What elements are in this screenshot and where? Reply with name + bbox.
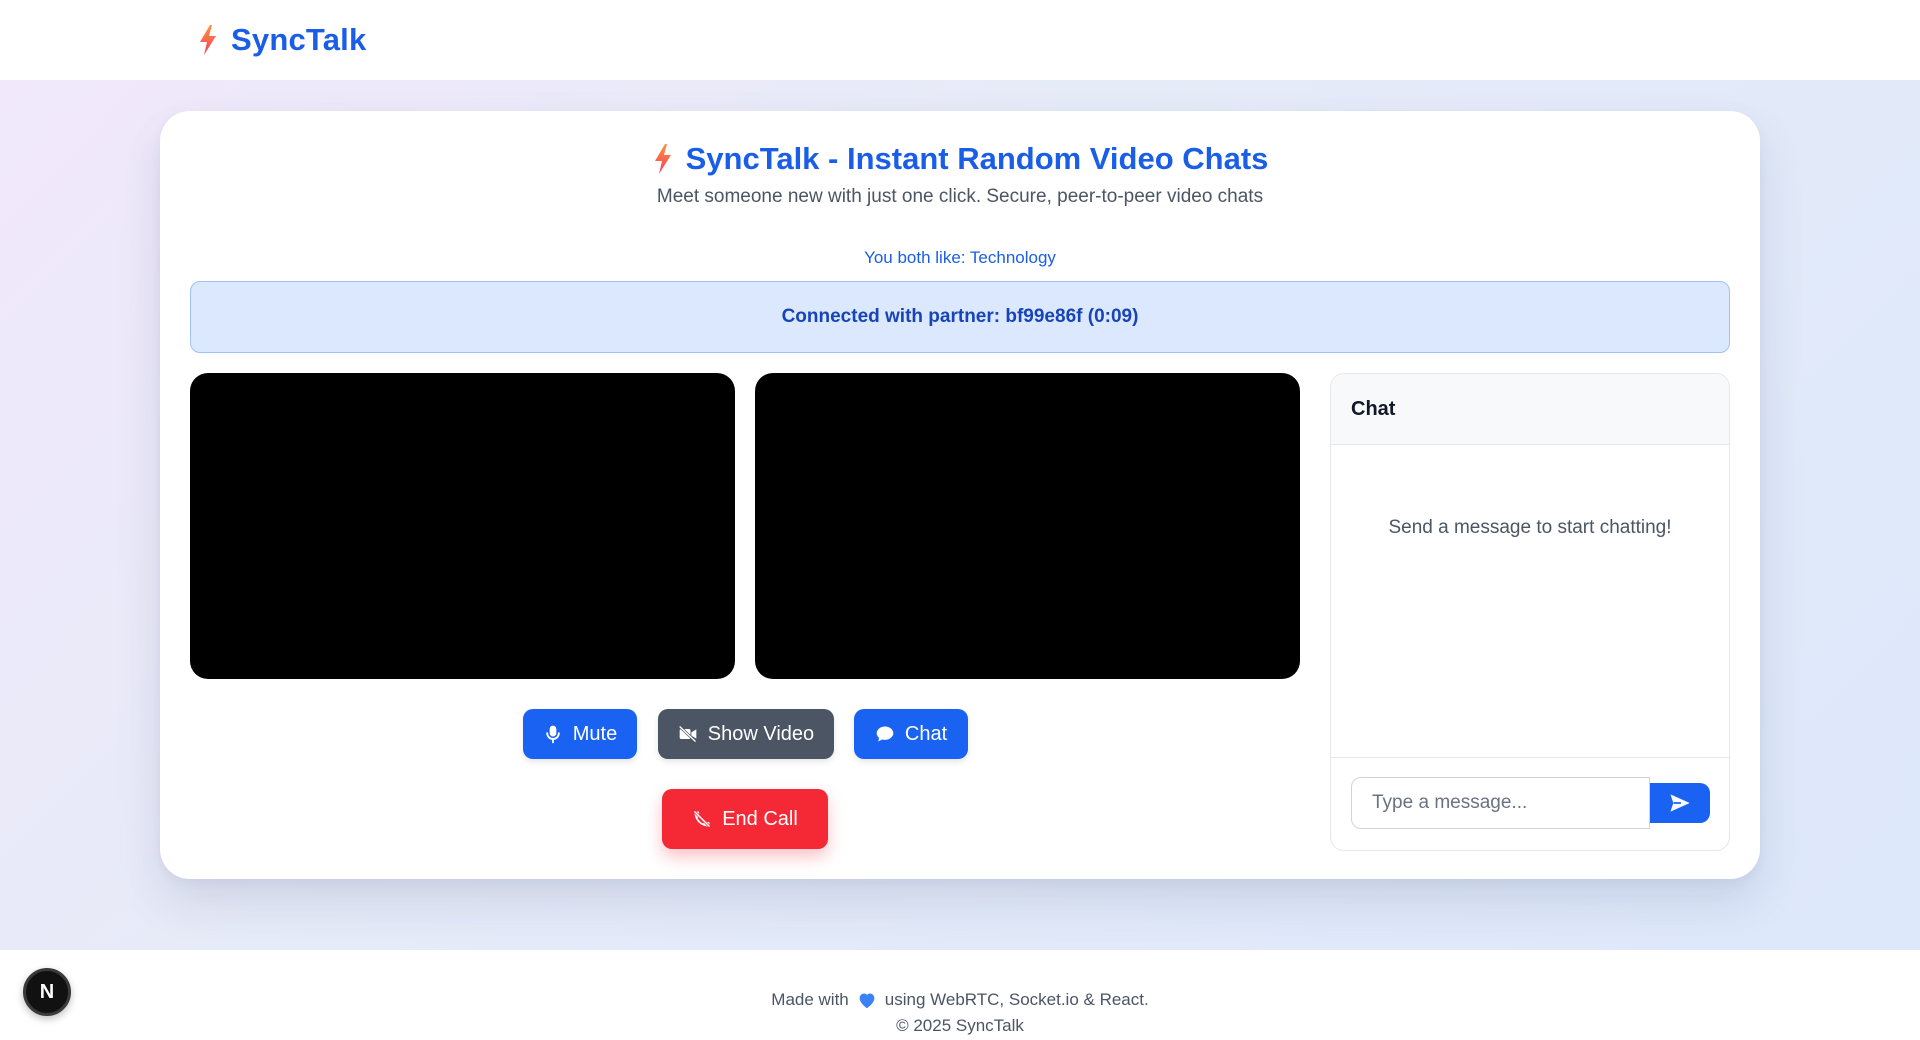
chat-title: Chat bbox=[1351, 397, 1396, 420]
chat-empty-message: Send a message to start chatting! bbox=[1388, 517, 1672, 538]
top-navbar: SyncTalk bbox=[0, 0, 1920, 80]
mute-button[interactable]: Mute bbox=[523, 709, 637, 759]
page-subtitle: Meet someone new with just one click. Se… bbox=[656, 186, 1264, 207]
send-button[interactable] bbox=[1650, 783, 1710, 823]
page-heading: SyncTalk - Instant Random Video Chats bbox=[160, 141, 1760, 177]
shared-interests: You both like: Technology bbox=[864, 248, 1056, 267]
chat-panel: Chat Send a message to start chatting! bbox=[1330, 373, 1730, 851]
page-title: SyncTalk - Instant Random Video Chats bbox=[685, 141, 1269, 176]
dev-badge-label: N bbox=[39, 980, 55, 1003]
chat-bubble-icon bbox=[876, 726, 894, 742]
send-icon bbox=[1670, 794, 1690, 812]
message-input[interactable] bbox=[1351, 777, 1650, 829]
chat-toggle-button[interactable]: Chat bbox=[854, 709, 968, 759]
footer-made-with: Made with bbox=[771, 990, 849, 1009]
lightning-bolt-icon bbox=[200, 25, 216, 55]
remote-video bbox=[755, 373, 1300, 679]
microphone-icon bbox=[546, 725, 560, 744]
connection-status-banner: Connected with partner: bf99e86f (0:09) bbox=[190, 281, 1730, 353]
footer-credits: Made with using WebRTC, Socket.io & Reac… bbox=[0, 990, 1920, 1010]
footer-tech-stack: using WebRTC, Socket.io & React. bbox=[884, 990, 1149, 1009]
connection-status-text: Connected with partner: bf99e86f (0:09) bbox=[781, 306, 1139, 327]
footer-copyright: © 2025 SyncTalk bbox=[896, 1016, 1024, 1035]
nextjs-icon[interactable]: N bbox=[23, 968, 71, 1016]
chat-header: Chat bbox=[1331, 374, 1729, 445]
main-stage: SyncTalk - Instant Random Video Chats Me… bbox=[0, 80, 1920, 950]
page-footer: Made with using WebRTC, Socket.io & Reac… bbox=[0, 950, 1920, 1040]
chat-messages[interactable]: Send a message to start chatting! bbox=[1331, 445, 1729, 757]
brand-name: SyncTalk bbox=[231, 22, 367, 57]
blue-heart-icon bbox=[859, 993, 875, 1009]
chat-button-label: Chat bbox=[904, 722, 948, 745]
end-call-button-label: End Call bbox=[722, 807, 798, 830]
chat-composer bbox=[1331, 757, 1729, 850]
mute-button-label: Mute bbox=[572, 722, 618, 745]
end-call-button[interactable]: End Call bbox=[662, 789, 828, 849]
show-video-button[interactable]: Show Video bbox=[658, 709, 834, 759]
video-off-icon bbox=[678, 725, 697, 743]
phone-hangup-icon bbox=[693, 810, 711, 828]
brand-logo-link[interactable]: SyncTalk bbox=[197, 22, 366, 58]
show-video-button-label: Show Video bbox=[707, 722, 815, 745]
local-video bbox=[190, 373, 735, 679]
call-card: SyncTalk - Instant Random Video Chats Me… bbox=[160, 111, 1760, 879]
lightning-bolt-icon bbox=[654, 144, 671, 174]
